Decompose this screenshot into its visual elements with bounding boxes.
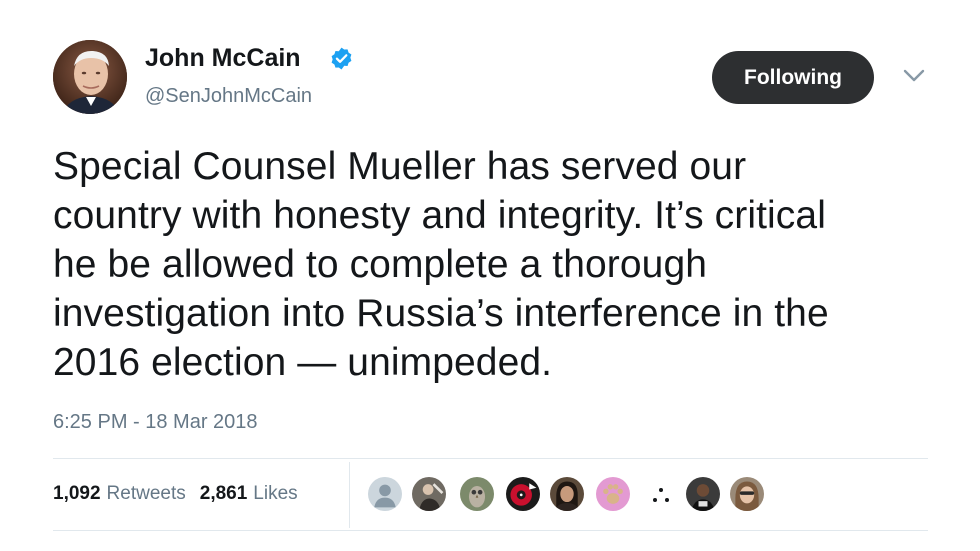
- paw-print-icon: [596, 477, 630, 511]
- liker-avatar[interactable]: [410, 475, 448, 513]
- divider: [53, 530, 928, 531]
- user-photo-icon: [730, 477, 764, 511]
- likes-stat[interactable]: 2,861 Likes: [200, 483, 298, 505]
- divider: [349, 462, 350, 528]
- liker-avatar[interactable]: [548, 475, 586, 513]
- tweet-text-line: he be allowed to complete a thorough: [53, 243, 708, 286]
- tweet-timestamp[interactable]: 6:25 PM - 18 Mar 2018: [53, 411, 258, 434]
- default-avatar-icon: [368, 477, 402, 511]
- liker-avatar[interactable]: [728, 475, 766, 513]
- verified-badge-icon: [331, 47, 352, 70]
- tweet-text-line: 2016 election — unimpeded.: [53, 341, 553, 384]
- tweet-text-line: country with honesty and integrity. It’s…: [53, 194, 826, 237]
- likes-label: Likes: [253, 483, 298, 504]
- profile-avatar[interactable]: [53, 40, 127, 114]
- liker-avatar[interactable]: [366, 475, 404, 513]
- divider: [53, 458, 928, 459]
- liker-avatar[interactable]: [504, 475, 542, 513]
- tweet-card: John McCain @SenJohnMcCain Following Spe…: [0, 0, 980, 551]
- more-likers-icon[interactable]: [651, 485, 671, 505]
- owl-photo-icon: [460, 477, 494, 511]
- user-handle[interactable]: @SenJohnMcCain: [145, 85, 312, 108]
- retweets-count: 1,092: [53, 483, 101, 504]
- chevron-down-icon[interactable]: [901, 66, 927, 86]
- liker-avatar[interactable]: [594, 475, 632, 513]
- tweet-text-line: investigation into Russia’s interference…: [53, 292, 829, 335]
- retweets-stat[interactable]: 1,092 Retweets: [53, 483, 186, 505]
- tweet-stats: 1,092 Retweets 2,861 Likes: [53, 483, 312, 505]
- tweet-text: Special Counsel Mueller has served our c…: [53, 142, 933, 387]
- tweet-text-line: Special Counsel Mueller has served our: [53, 145, 747, 188]
- user-photo-icon: [550, 477, 584, 511]
- retweets-label: Retweets: [106, 483, 186, 504]
- user-photo-icon: [412, 477, 446, 511]
- user-photo-icon: [686, 477, 720, 511]
- liker-avatar[interactable]: [684, 475, 722, 513]
- liker-avatar[interactable]: [458, 475, 496, 513]
- likes-count: 2,861: [199, 483, 248, 504]
- following-button[interactable]: Following: [712, 51, 874, 104]
- user-name[interactable]: John McCain: [145, 44, 301, 73]
- record-logo-icon: [506, 477, 540, 511]
- avatar-photo-icon: [53, 40, 127, 114]
